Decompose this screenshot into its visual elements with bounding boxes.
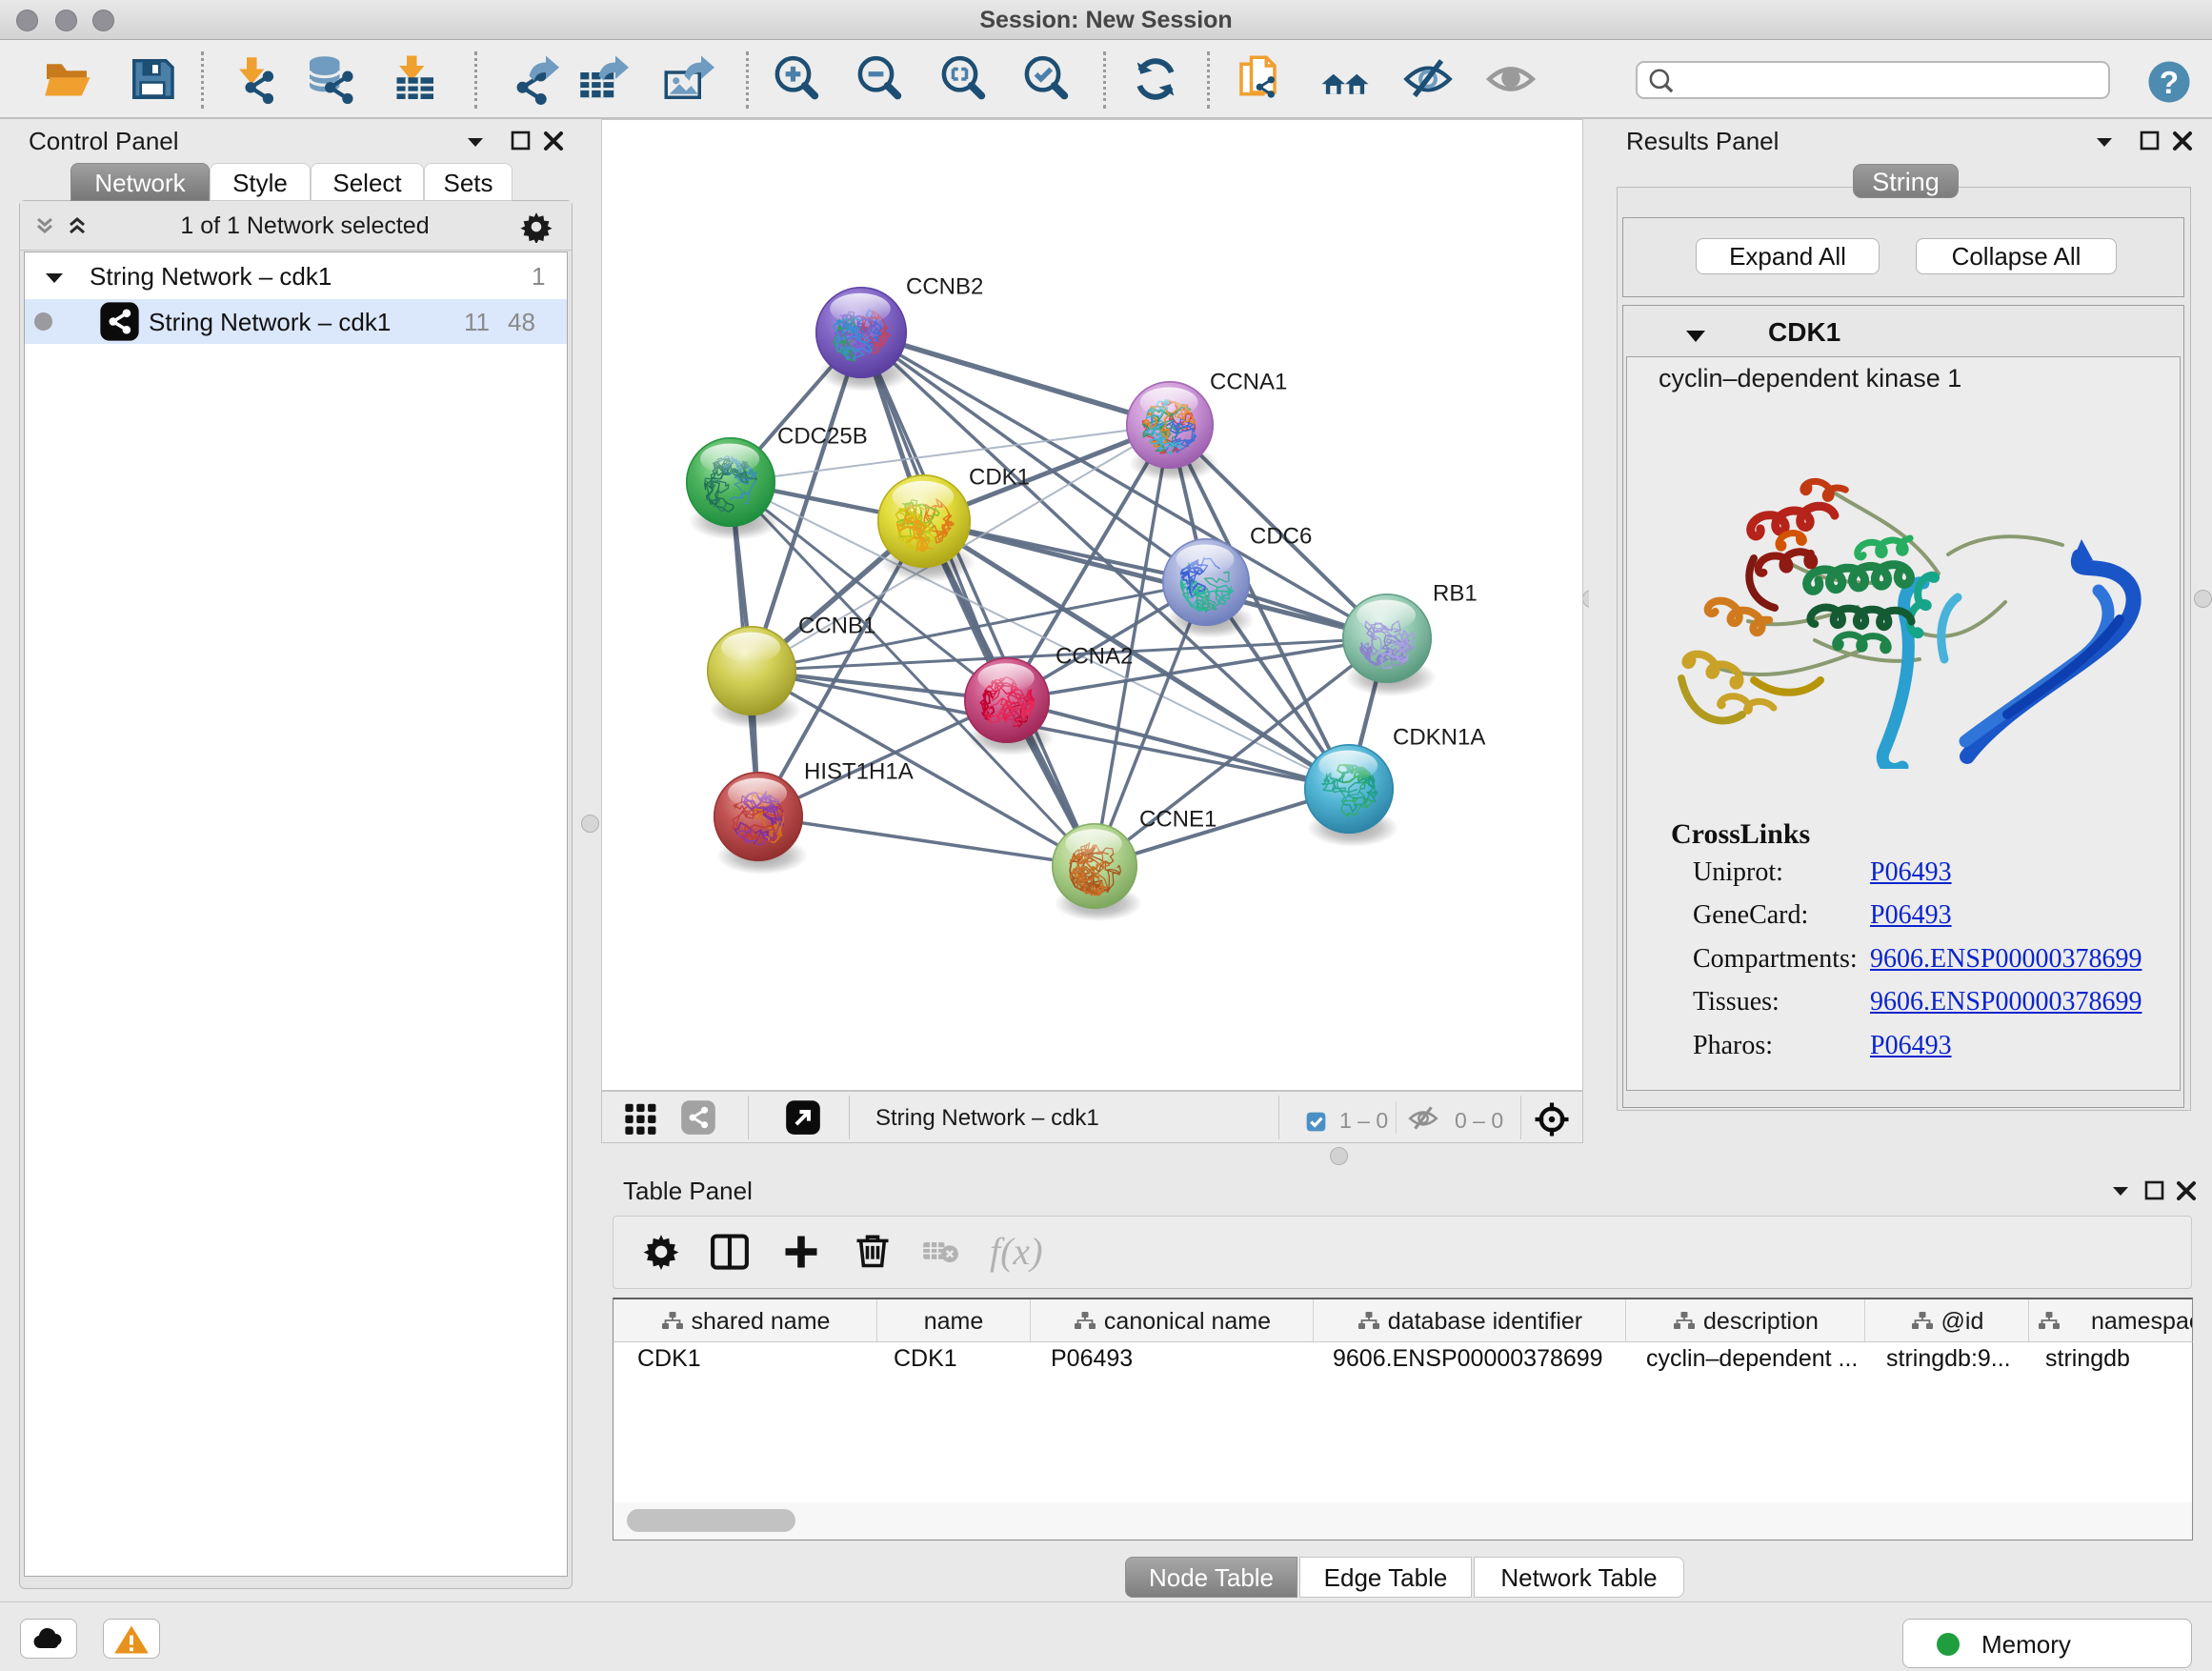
svg-text:CCNB2: CCNB2 xyxy=(906,274,983,300)
svg-text:CDC6: CDC6 xyxy=(1250,524,1312,550)
svg-text:CCNA1: CCNA1 xyxy=(1210,370,1287,395)
svg-text:CDKN1A: CDKN1A xyxy=(1393,725,1485,751)
svg-text:CDK1: CDK1 xyxy=(969,465,1030,491)
svg-text:RB1: RB1 xyxy=(1433,581,1478,607)
svg-text:CCNA2: CCNA2 xyxy=(1056,644,1133,670)
svg-text:CCNE1: CCNE1 xyxy=(1139,807,1217,833)
svg-text:?: ? xyxy=(2160,66,2179,101)
svg-text:HIST1H1A: HIST1H1A xyxy=(804,759,914,785)
svg-text:CCNB1: CCNB1 xyxy=(798,614,875,639)
svg-text:CDC25B: CDC25B xyxy=(777,424,868,450)
